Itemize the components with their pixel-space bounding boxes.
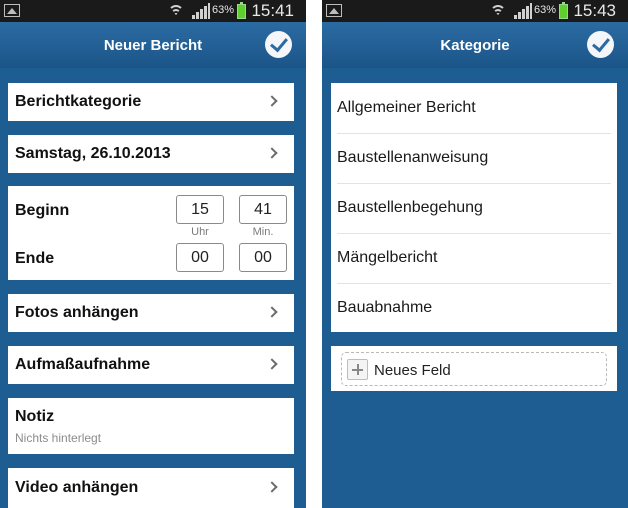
signal-icon (514, 3, 532, 19)
status-bar: 63% 15:41 (0, 0, 306, 22)
category-label: Baustellenanweisung (337, 149, 489, 166)
row-label: Samstag, 26.10.2013 (15, 145, 171, 162)
chevron-right-icon (266, 481, 278, 493)
list-item[interactable]: Mängelbericht (331, 233, 617, 283)
new-field-button[interactable]: Neues Feld (341, 352, 607, 386)
end-hour-field[interactable]: 00 (176, 243, 224, 272)
status-time: 15:41 (251, 1, 294, 20)
image-icon (4, 4, 20, 17)
begin-hour-field[interactable]: 15 (176, 195, 224, 224)
row-attach-photos[interactable]: Fotos anhängen (8, 294, 294, 332)
wifi-icon (168, 3, 184, 19)
chevron-right-icon (266, 306, 278, 318)
battery-percent: 63% (212, 4, 235, 16)
hour-caption: Uhr (191, 226, 209, 238)
note-value: Nichts hinterlegt (15, 431, 102, 445)
list-item[interactable]: Baustellenanweisung (331, 133, 617, 183)
page-title: Kategorie (440, 37, 510, 54)
category-label: Bauabnahme (337, 299, 433, 316)
minute-caption: Min. (252, 226, 274, 238)
category-list: Allgemeiner Bericht Baustellenanweisung … (331, 83, 617, 332)
screen-category: 63% 15:43 Kategorie Allgemeiner Bericht … (322, 0, 628, 508)
status-bar: 63% 15:43 (322, 0, 628, 22)
row-date[interactable]: Samstag, 26.10.2013 (8, 135, 294, 173)
chevron-right-icon (266, 147, 278, 159)
confirm-button[interactable] (265, 31, 292, 58)
row-label: Video anhängen (15, 479, 139, 496)
screen-new-report: 63% 15:41 Neuer Bericht Berichtkategorie… (0, 0, 306, 508)
chevron-right-icon (266, 95, 278, 107)
begin-minute-field[interactable]: 41 (239, 195, 287, 224)
row-label: Aufmaßaufnahme (15, 356, 151, 373)
plus-icon (347, 359, 368, 380)
page-title: Neuer Bericht (103, 37, 203, 54)
row-label: Berichtkategorie (15, 93, 142, 110)
end-label: Ende (15, 250, 55, 267)
note-label: Notiz (15, 408, 55, 425)
signal-icon (192, 3, 210, 19)
battery-icon (237, 2, 246, 19)
row-note[interactable]: Notiz Nichts hinterlegt (8, 398, 294, 454)
confirm-button[interactable] (587, 31, 614, 58)
list-item[interactable]: Bauabnahme (331, 283, 617, 333)
status-time: 15:43 (573, 1, 616, 20)
new-field-card: Neues Feld (331, 346, 617, 391)
new-field-label: Neues Feld (374, 362, 451, 379)
category-label: Allgemeiner Bericht (337, 99, 476, 116)
battery-icon (559, 2, 568, 19)
row-label: Fotos anhängen (15, 304, 139, 321)
battery-percent: 63% (534, 4, 557, 16)
title-bar: Neuer Bericht (0, 22, 306, 68)
list-item[interactable]: Allgemeiner Bericht (331, 83, 617, 133)
begin-label: Beginn (15, 202, 70, 219)
wifi-icon (490, 3, 506, 19)
list-item[interactable]: Baustellenbegehung (331, 183, 617, 233)
row-attach-video[interactable]: Video anhängen (8, 468, 294, 508)
category-label: Baustellenbegehung (337, 199, 483, 216)
time-card: Beginn Ende 15 41 Uhr Min. 00 00 (8, 186, 294, 280)
chevron-right-icon (266, 358, 278, 370)
end-minute-field[interactable]: 00 (239, 243, 287, 272)
image-icon (326, 4, 342, 17)
title-bar: Kategorie (322, 22, 628, 68)
row-measurement[interactable]: Aufmaßaufnahme (8, 346, 294, 384)
row-report-category[interactable]: Berichtkategorie (8, 83, 294, 121)
category-label: Mängelbericht (337, 249, 438, 266)
